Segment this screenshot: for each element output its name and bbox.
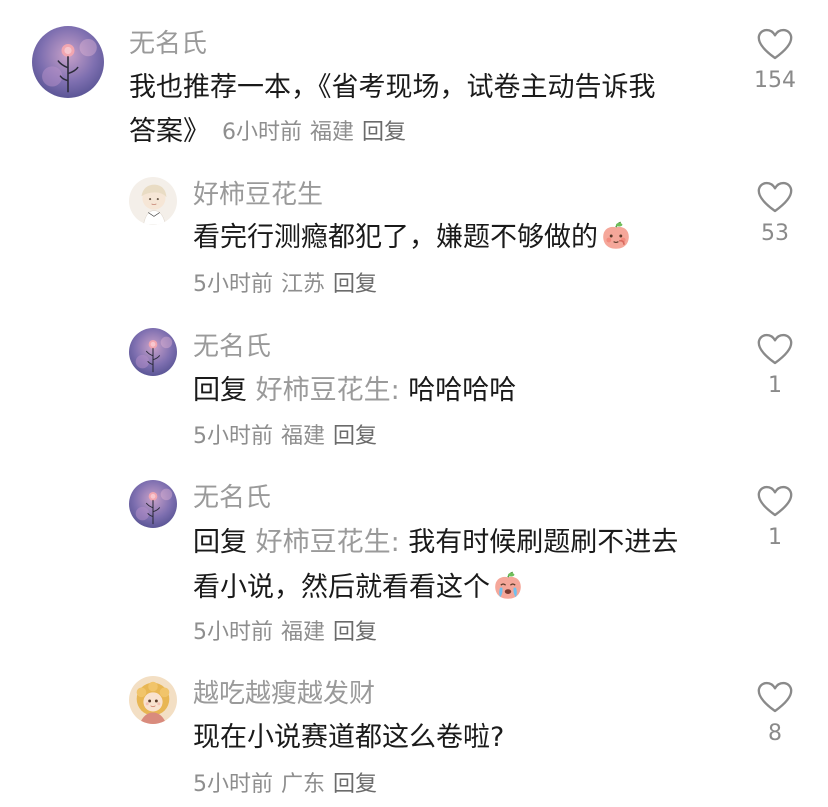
avatar-image [129, 480, 177, 528]
heart-icon [757, 485, 793, 518]
reply-target-username[interactable]: 好柿豆花生: [256, 375, 400, 406]
like-count: 8 [768, 721, 782, 746]
comment-text: 看小说，然后就看看这个 [193, 566, 524, 610]
comment-username[interactable]: 无名氏 [193, 481, 271, 515]
avatar[interactable] [32, 26, 104, 98]
comment-text: 回复 好柿豆花生: 哈哈哈哈 [193, 369, 516, 413]
comment-meta: 5小时前 福建 回复 [193, 618, 377, 648]
like-count: 154 [754, 68, 796, 93]
comment-text: 回复 好柿豆花生: 我有时候刷题刷不进去 [193, 521, 678, 565]
comment-time: 5小时前 [193, 424, 273, 449]
reply-prefix: 回复 [193, 527, 247, 558]
comment-time: 5小时前 [193, 772, 273, 797]
avatar-image [129, 676, 177, 724]
comment-text: 答案》 [129, 110, 210, 154]
comment-location: 福建 [281, 620, 326, 645]
comment-location: 福建 [281, 424, 326, 449]
comment-location: 广东 [281, 772, 326, 797]
comment-location: 福建 [310, 120, 355, 145]
comment-text-line: 看完行测瘾都犯了，嫌题不够做的 [193, 222, 598, 253]
like-button[interactable]: 1 [745, 485, 805, 552]
comment-time: 5小时前 [193, 272, 273, 297]
reply-prefix: 回复 [193, 375, 247, 406]
like-count: 1 [768, 373, 782, 398]
comment-time: 5小时前 [193, 620, 273, 645]
comment-username[interactable]: 越吃越瘦越发财 [193, 677, 375, 711]
comment-text: 我也推荐一本，《省考现场，试卷主动告诉我 [129, 66, 656, 110]
comment-meta: 5小时前 广东 回复 [193, 770, 377, 800]
reply-button[interactable]: 回复 [333, 272, 377, 297]
comment-username[interactable]: 无名氏 [193, 330, 271, 364]
reply-target-username[interactable]: 好柿豆花生: [256, 527, 400, 558]
avatar[interactable] [129, 328, 177, 376]
avatar[interactable] [129, 480, 177, 528]
like-button[interactable]: 53 [745, 181, 805, 248]
reply-button[interactable]: 回复 [362, 120, 406, 145]
comment-text-line: 答案》 [129, 116, 210, 147]
comment-text-line: 我有时候刷题刷不进去 [408, 527, 679, 558]
like-count: 1 [768, 525, 782, 550]
like-button[interactable]: 154 [745, 28, 805, 95]
reply-button[interactable]: 回复 [333, 772, 377, 797]
comment-meta: 5小时前 福建 回复 [193, 422, 377, 452]
like-button[interactable]: 8 [745, 681, 805, 748]
peach-crying-emoji-icon [492, 570, 524, 602]
comment-location: 江苏 [281, 272, 326, 297]
reply-button[interactable]: 回复 [333, 424, 377, 449]
avatar[interactable] [129, 676, 177, 724]
comment-username[interactable]: 好柿豆花生 [193, 178, 323, 212]
heart-icon [757, 181, 793, 214]
comment-meta: 5小时前 江苏 回复 [193, 270, 377, 300]
peach-blush-emoji-icon [600, 220, 632, 252]
heart-icon [757, 28, 793, 61]
comment-time: 6小时前 [222, 120, 302, 145]
heart-icon [757, 681, 793, 714]
comment-username[interactable]: 无名氏 [129, 27, 207, 61]
comment-text: 现在小说赛道都这么卷啦? [193, 716, 504, 760]
avatar-image [129, 177, 177, 225]
comment-text-line: 看小说，然后就看看这个 [193, 572, 490, 603]
like-button[interactable]: 1 [745, 333, 805, 400]
comment-text-line: 哈哈哈哈 [408, 375, 517, 406]
heart-icon [757, 333, 793, 366]
comment-text-line: 现在小说赛道都这么卷啦? [193, 722, 505, 753]
reply-button[interactable]: 回复 [333, 620, 377, 645]
like-count: 53 [761, 221, 789, 246]
comment-meta: 6小时前 福建 回复 [222, 118, 406, 148]
avatar[interactable] [129, 177, 177, 225]
avatar-image [32, 26, 104, 98]
comment-text: 看完行测瘾都犯了，嫌题不够做的 [193, 216, 632, 260]
comment-text-line: 我也推荐一本，《省考现场，试卷主动告诉我 [129, 72, 656, 103]
avatar-image [129, 328, 177, 376]
